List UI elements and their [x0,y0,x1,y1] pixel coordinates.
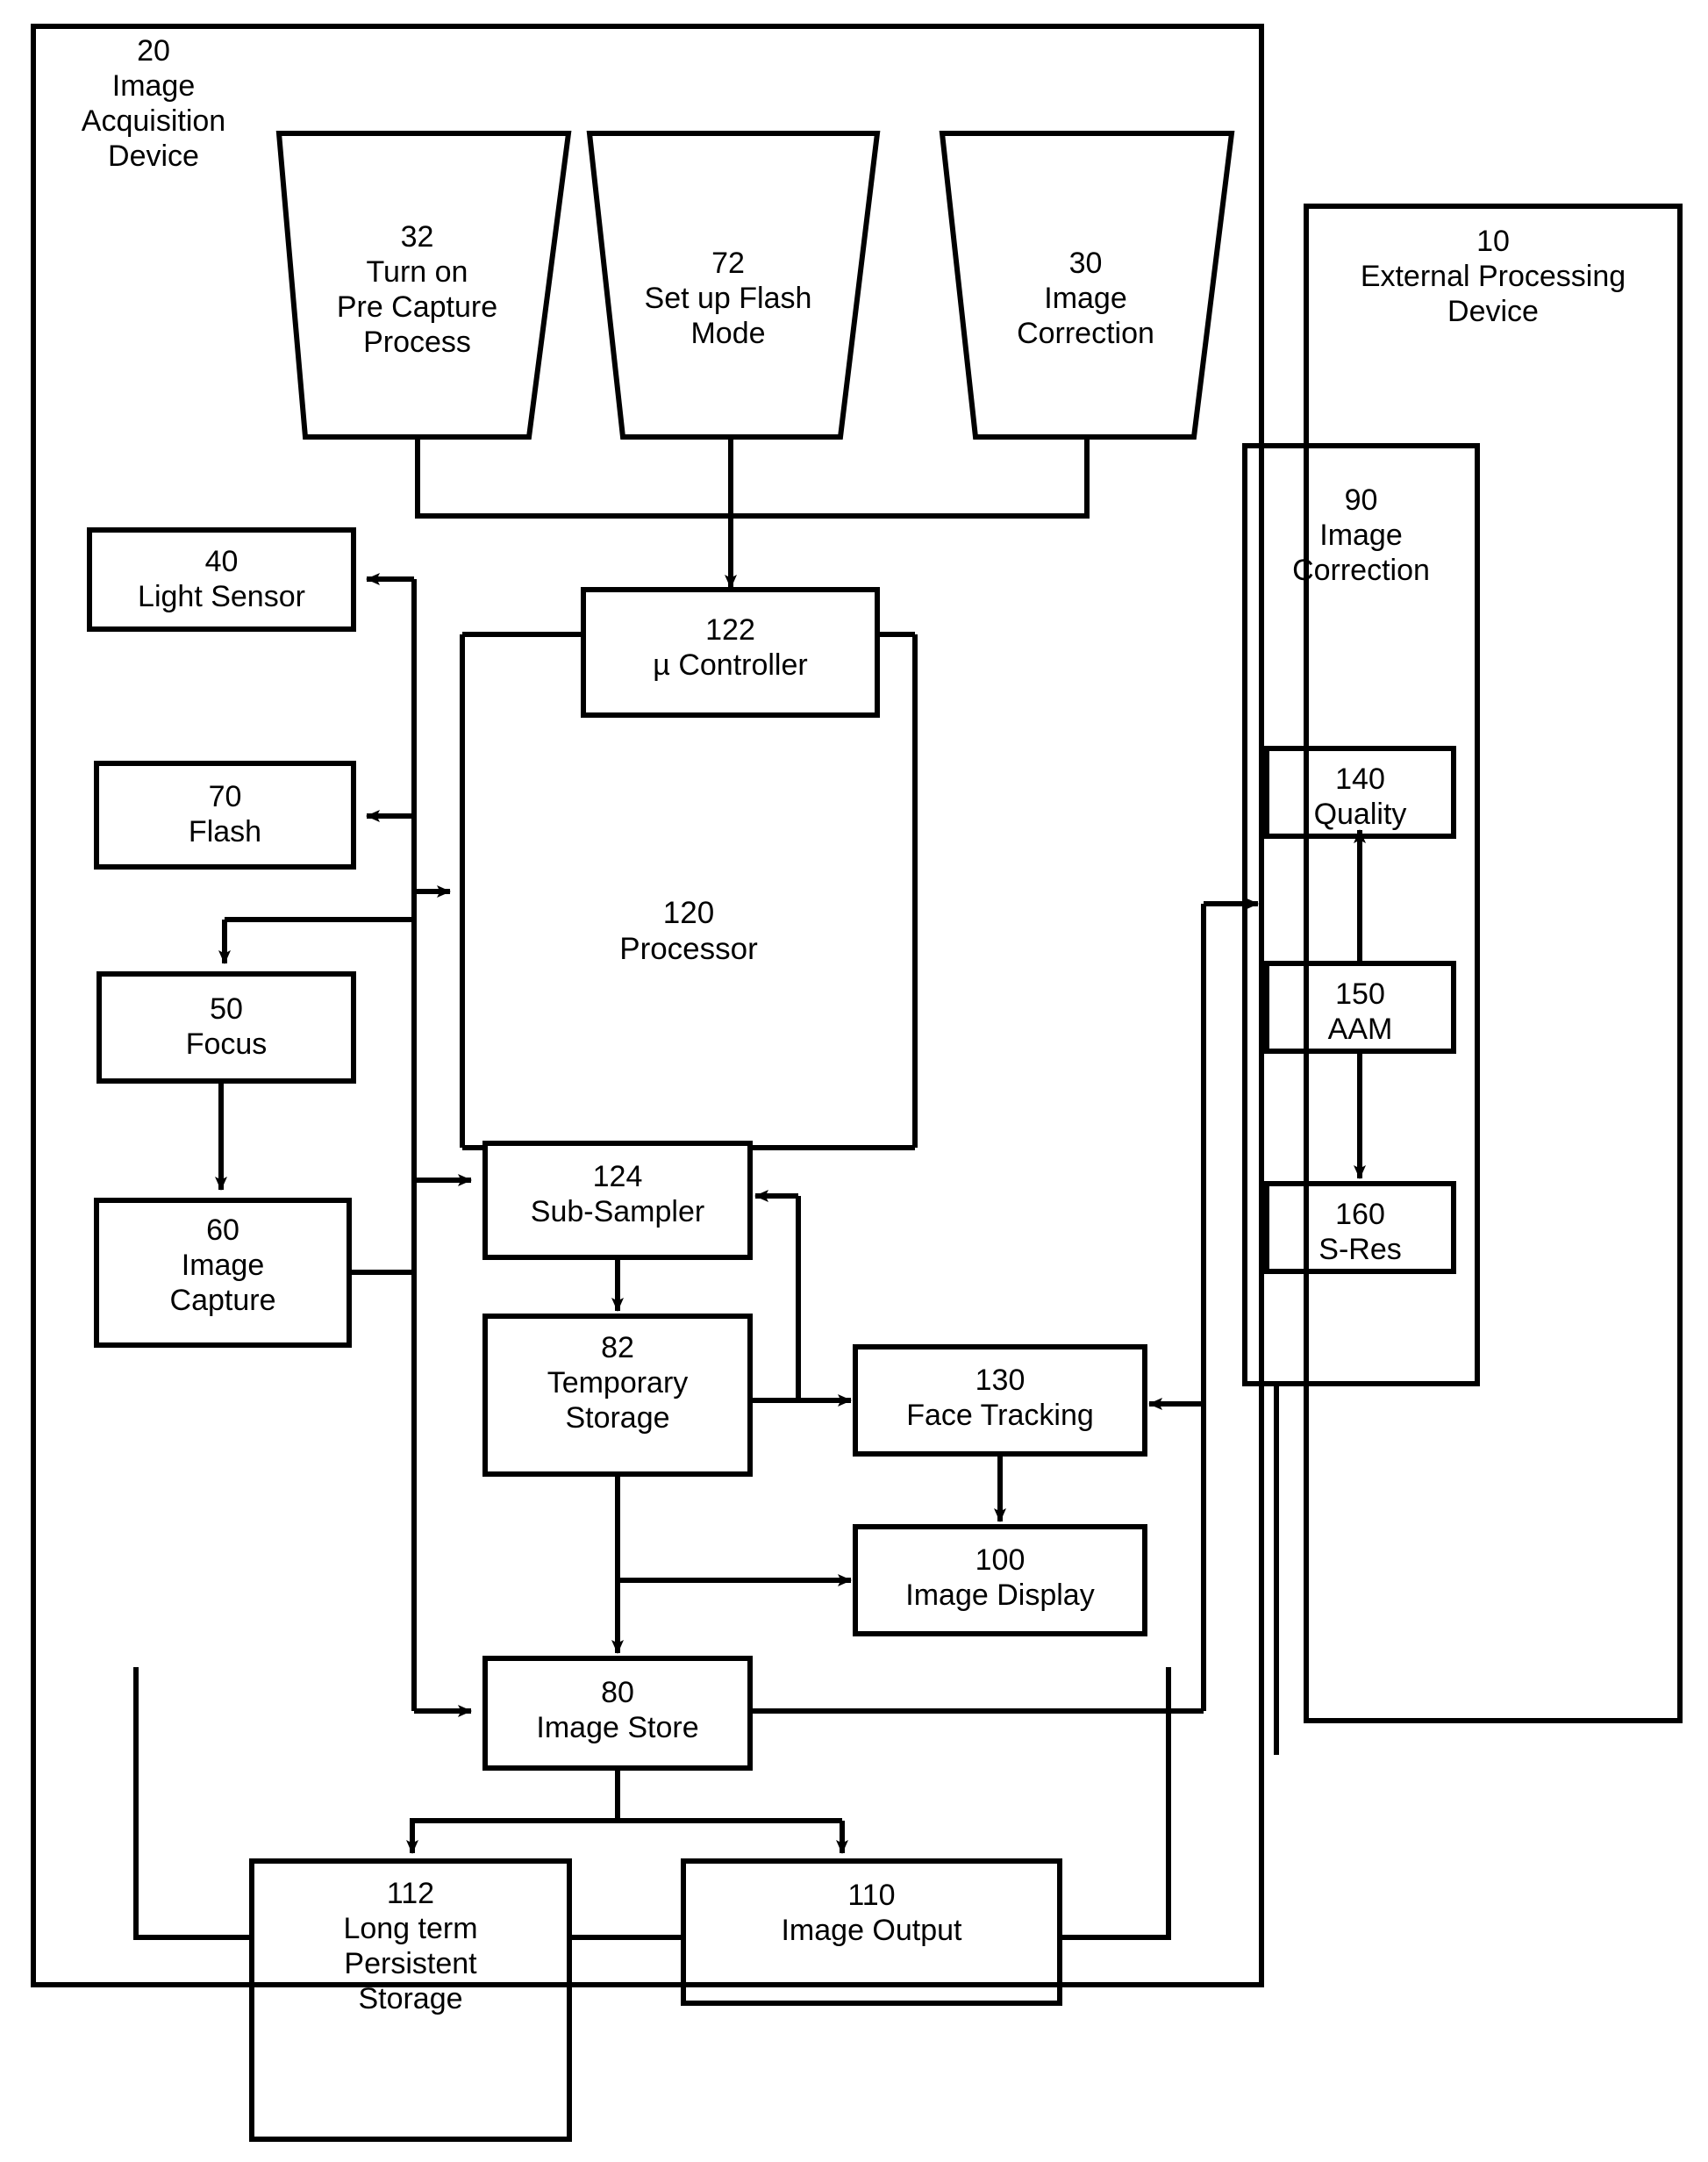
line-82-to-100 [615,1474,798,1583]
block-140-outline [1264,746,1456,839]
trapezoid-72-outline [586,131,881,440]
block-40-outline [87,527,356,632]
block-70-outline [94,761,356,870]
trapezoid-32-outline [275,131,572,440]
container-20-outline [31,24,1264,1987]
line-112-left-loop [133,1667,252,1940]
block-50-outline [96,971,356,1084]
block-150-outline [1264,961,1456,1054]
block-122-outline [581,587,880,718]
block-112-outline [249,1858,572,2142]
processor-120-outline [460,632,918,1150]
store-output-bus [412,1768,842,1823]
block-160-outline [1264,1181,1456,1274]
bus-trapezoids [415,437,1090,519]
block-80-outline [482,1656,753,1771]
diagram-lines [31,24,1683,2142]
line-110-right-loop [1060,1667,1171,1940]
figure-canvas: 20 Image Acquisition Device 10 External … [0,0,1708,2162]
block-82-outline [482,1314,753,1477]
block-130-outline [853,1344,1147,1457]
block-100-outline [853,1524,1147,1636]
block-60-outline [94,1198,352,1348]
capture-output-bus [349,1270,417,1711]
block-124-outline [482,1141,753,1260]
trapezoid-30-outline [939,131,1235,440]
block-110-outline [681,1858,1062,2006]
